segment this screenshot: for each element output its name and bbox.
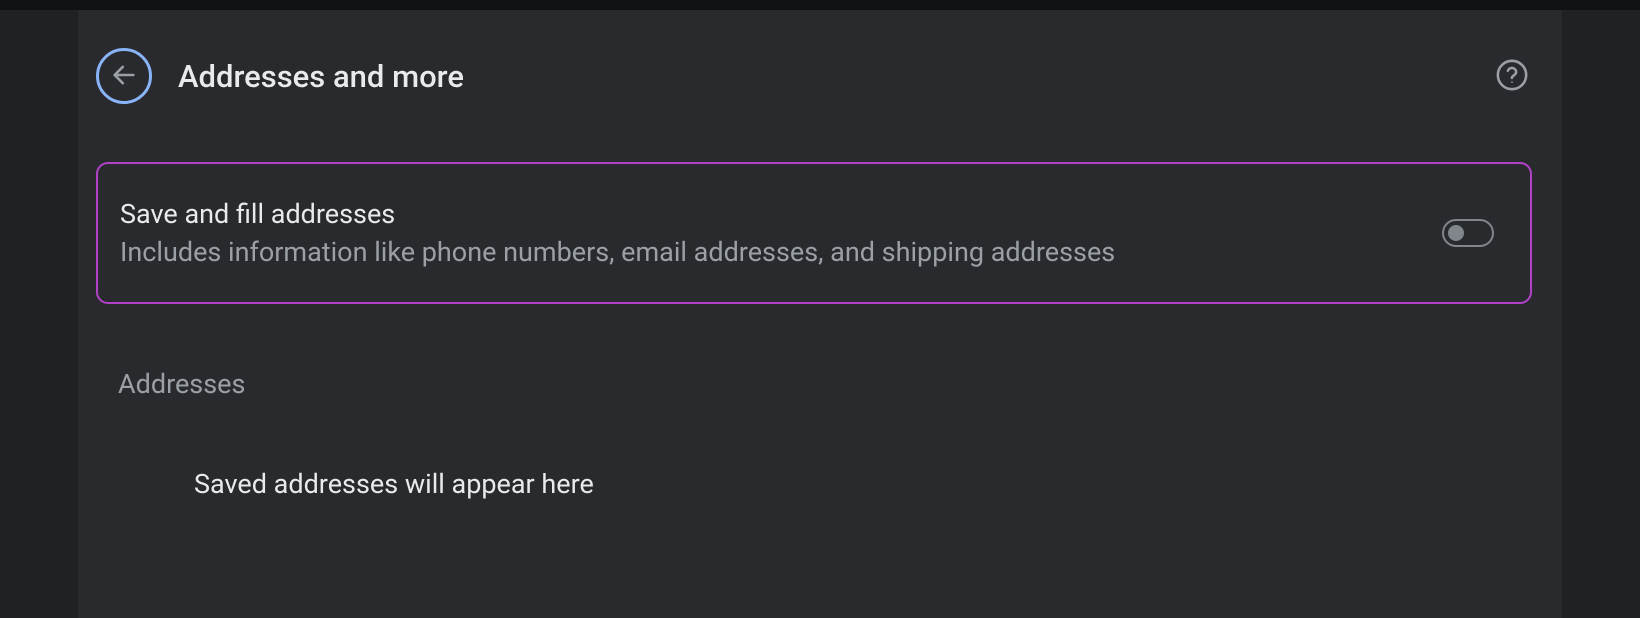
back-button[interactable] [96, 48, 152, 104]
arrow-left-icon [110, 61, 138, 92]
window-top-bar [0, 0, 1640, 10]
page-header: Addresses and more [78, 48, 1562, 104]
header-left-group: Addresses and more [96, 48, 464, 104]
setting-description: Includes information like phone numbers,… [120, 236, 1115, 268]
settings-page: Addresses and more Save and fill address… [78, 10, 1562, 618]
page-title: Addresses and more [178, 58, 464, 95]
help-icon [1495, 58, 1529, 95]
setting-text-group: Save and fill addresses Includes informa… [120, 198, 1115, 268]
save-fill-addresses-row[interactable]: Save and fill addresses Includes informa… [96, 162, 1532, 304]
save-fill-toggle[interactable] [1442, 219, 1494, 247]
addresses-section-label: Addresses [118, 368, 1562, 400]
toggle-knob [1448, 225, 1464, 241]
setting-title: Save and fill addresses [120, 198, 1115, 230]
help-button[interactable] [1492, 56, 1532, 96]
addresses-empty-message: Saved addresses will appear here [194, 468, 1562, 500]
